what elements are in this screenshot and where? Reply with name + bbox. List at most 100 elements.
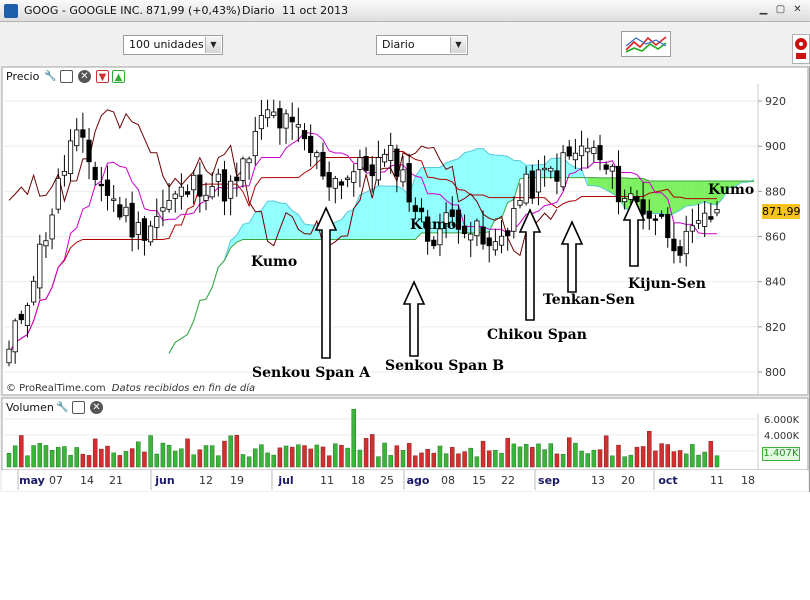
kumo-segment <box>384 186 391 240</box>
up-candle <box>468 233 474 241</box>
down-candle <box>640 199 646 215</box>
kumo-segment <box>698 181 705 205</box>
up-candle <box>24 305 31 326</box>
down-candle <box>141 218 148 241</box>
volume-bar-down <box>117 455 123 468</box>
up-candle <box>271 111 277 116</box>
up-candle <box>498 235 505 246</box>
volume-bar-up <box>548 443 554 468</box>
volume-bar-up <box>536 443 541 468</box>
up-candle <box>61 170 68 176</box>
volume-bar-up <box>376 456 381 468</box>
volume-bar-up <box>351 408 357 468</box>
volume-bar-up <box>585 453 590 468</box>
close-panel-icon[interactable]: ✕ <box>78 70 91 83</box>
down-candle <box>461 225 468 235</box>
volume-tick-label: 4.000K <box>764 431 800 442</box>
volume-bar-down <box>234 435 240 468</box>
kumo-segment <box>587 177 594 186</box>
volume-bar-up <box>148 435 153 468</box>
up-candle <box>332 178 338 189</box>
month-label: may <box>19 474 45 487</box>
up-candle <box>591 147 597 154</box>
down-candle <box>677 246 683 256</box>
up-candle <box>31 280 37 303</box>
wrench-icon[interactable]: 🔧 <box>56 401 69 414</box>
up-candle <box>215 173 221 182</box>
down-candle <box>646 210 652 219</box>
up-candle <box>191 174 197 191</box>
volume-bar-up <box>74 447 79 468</box>
volume-bar-up <box>622 456 627 468</box>
volume-bar-up <box>474 456 480 468</box>
up-candle <box>67 140 74 174</box>
window-icon[interactable] <box>60 70 73 83</box>
volume-bar-up <box>400 450 406 468</box>
volume-bar-up <box>683 453 689 468</box>
volume-bar-up <box>43 445 49 468</box>
volume-bar-down <box>320 446 326 468</box>
up-candle <box>714 209 720 214</box>
up-candle <box>609 165 615 172</box>
up-candle <box>6 348 12 364</box>
volume-bar-up <box>31 445 36 468</box>
volume-bar-up <box>511 443 517 468</box>
up-candle <box>523 173 529 204</box>
volume-bar-up <box>296 444 301 468</box>
kumo-segment <box>692 181 699 206</box>
arrow-down-icon[interactable]: ▼ <box>96 70 109 83</box>
up-candle <box>172 193 178 199</box>
up-candle <box>160 207 166 212</box>
up-candle <box>388 145 394 161</box>
volume-bar-up <box>56 447 61 468</box>
volume-bar-up <box>209 445 215 468</box>
volume-bar-up <box>49 450 55 468</box>
volume-bar-down <box>369 434 375 468</box>
annotation-label: Kumo <box>708 182 754 198</box>
volume-bar-down <box>308 448 313 468</box>
volume-bar-up <box>265 452 270 468</box>
window-icon[interactable] <box>72 401 85 414</box>
volume-bar-down <box>277 447 283 468</box>
month-label: sep <box>538 474 560 487</box>
price-tick-label: 820 <box>765 321 786 334</box>
volume-bar-up <box>166 444 172 468</box>
up-candle <box>683 230 689 255</box>
volume-bar-down <box>406 443 412 468</box>
close-panel-icon[interactable]: ✕ <box>90 401 103 414</box>
down-candle <box>326 172 332 188</box>
volume-bar-up <box>499 452 504 468</box>
volume-bar-down <box>92 438 98 468</box>
volume-bar-up <box>579 450 584 468</box>
down-candle <box>603 164 609 170</box>
volume-bar-up <box>203 445 209 468</box>
up-candle <box>351 171 357 183</box>
down-candle <box>369 164 375 177</box>
up-candle <box>111 198 117 201</box>
down-candle <box>301 130 308 140</box>
volume-bar-down <box>302 445 307 468</box>
volume-bar-up <box>314 444 320 468</box>
volume-bar-down <box>616 444 621 468</box>
price-tick-label: 920 <box>765 95 786 108</box>
up-candle <box>209 186 215 198</box>
volume-bar-up <box>714 455 720 468</box>
volume-bar-down <box>554 453 560 468</box>
wrench-icon[interactable]: 🔧 <box>44 70 57 83</box>
kumo-segment <box>686 181 693 206</box>
down-candle <box>486 237 492 247</box>
down-candle <box>86 139 92 163</box>
day-label: 14 <box>80 474 94 487</box>
down-candle <box>104 179 111 196</box>
day-label: 07 <box>49 474 63 487</box>
up-candle <box>492 241 498 251</box>
annotation-label: Tenkan-Sen <box>543 292 635 308</box>
up-candle <box>400 169 406 183</box>
month-label: ago <box>407 474 430 487</box>
day-label: 18 <box>741 474 755 487</box>
watermark-note: Datos recibidos en fin de día <box>111 383 256 394</box>
down-candle <box>308 135 314 153</box>
arrow-up-icon[interactable]: ▲ <box>112 70 125 83</box>
annotation-label: Kumo <box>410 217 456 233</box>
volume-bar-up <box>333 443 338 468</box>
